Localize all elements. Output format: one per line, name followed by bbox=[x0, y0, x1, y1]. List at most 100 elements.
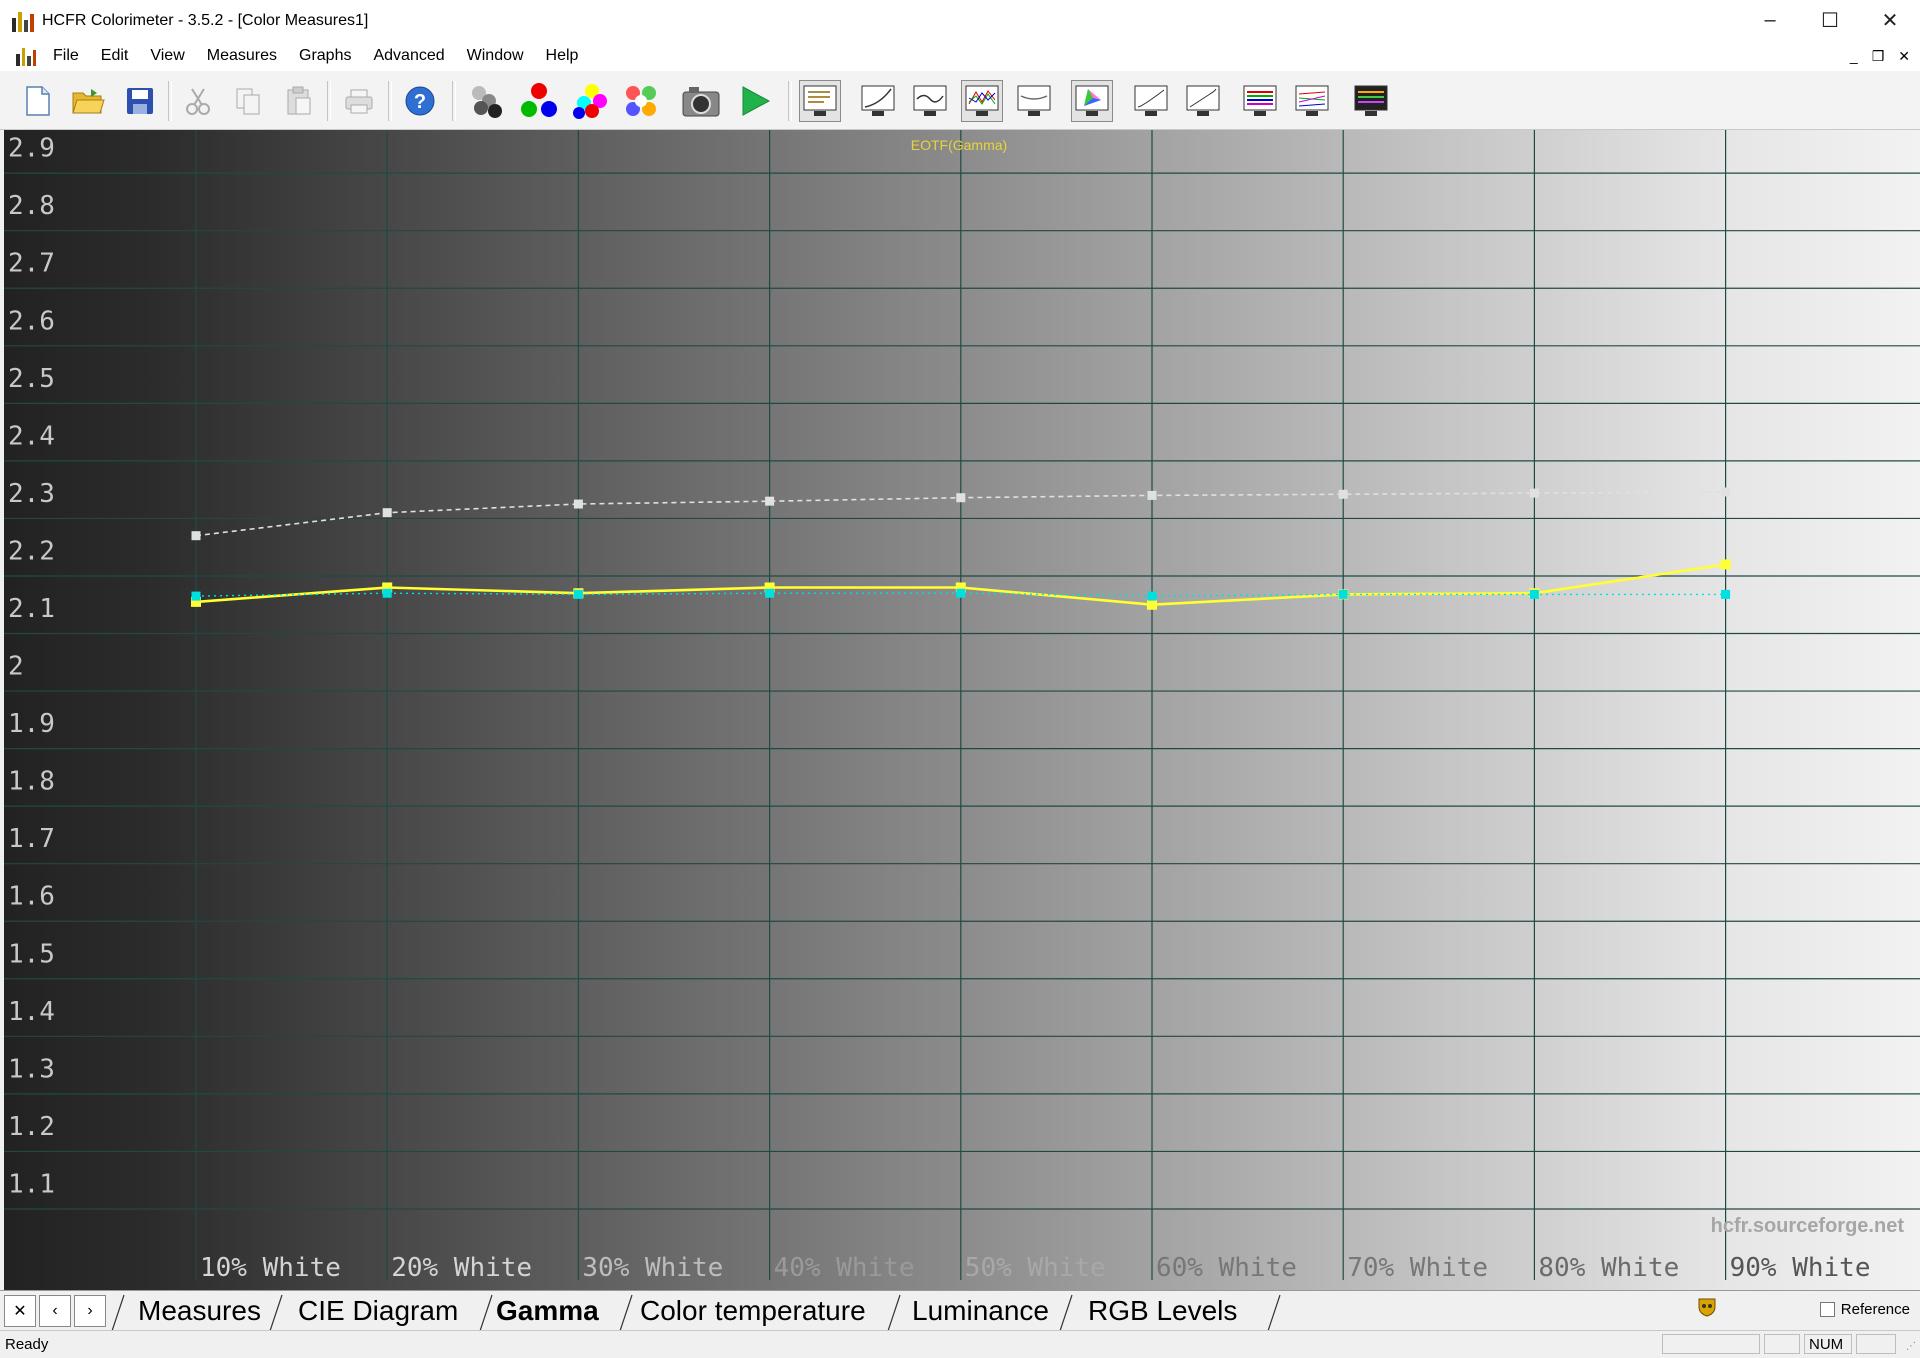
color-temp-view-icon[interactable] bbox=[1013, 80, 1055, 122]
tab-gamma[interactable]: Gamma bbox=[496, 1294, 599, 1328]
tab-rgb-levels[interactable]: RGB Levels bbox=[1088, 1294, 1237, 1328]
saturation-view-icon[interactable] bbox=[1239, 80, 1281, 122]
help-icon[interactable]: ? bbox=[399, 80, 441, 122]
data-point bbox=[573, 589, 583, 599]
menu-edit[interactable]: Edit bbox=[90, 47, 140, 65]
menu-file[interactable]: File bbox=[42, 47, 90, 65]
gamma-chart-area: 2.9 2.8 2.7 2.6 2.5 2.4 2.3 2.2 2.1 2 1.9 1.8 1.7 1.6… bbox=[4, 130, 1920, 1290]
y-tick-label: 2.6 bbox=[8, 306, 55, 336]
y-tick-label: 1.7 bbox=[8, 824, 55, 854]
x-tick-label: 70% White bbox=[1347, 1253, 1488, 1283]
luminance-view-icon[interactable] bbox=[909, 80, 951, 122]
new-file-icon[interactable] bbox=[17, 80, 59, 122]
data-point bbox=[1721, 589, 1731, 599]
x-tick-label: 90% White bbox=[1730, 1253, 1871, 1283]
data-point bbox=[956, 588, 966, 598]
data-point bbox=[1720, 559, 1731, 570]
play-icon[interactable] bbox=[734, 80, 776, 122]
menu-view[interactable]: View bbox=[139, 47, 195, 65]
mdi-minimize-button[interactable]: _ bbox=[1850, 48, 1858, 64]
open-folder-icon[interactable] bbox=[67, 80, 109, 122]
copy-icon[interactable] bbox=[227, 80, 269, 122]
y-tick-label: 2.8 bbox=[8, 191, 55, 221]
near-black-view-icon[interactable] bbox=[1130, 80, 1172, 122]
x-tick-label: 20% White bbox=[391, 1253, 532, 1283]
x-tick-label: 40% White bbox=[774, 1253, 915, 1283]
x-tick-label: 80% White bbox=[1538, 1253, 1679, 1283]
print-icon[interactable] bbox=[338, 80, 380, 122]
num-lock-indicator: NUM bbox=[1804, 1334, 1852, 1354]
menu-bar: File Edit View Measures Graphs Advanced … bbox=[0, 41, 1920, 71]
rgb-levels-view-icon[interactable] bbox=[961, 80, 1003, 122]
y-tick-label: 1.3 bbox=[8, 1054, 55, 1084]
near-white-view-icon[interactable] bbox=[1182, 80, 1224, 122]
y-tick-label: 1.4 bbox=[8, 997, 55, 1027]
saturation-shift-view-icon[interactable] bbox=[1291, 80, 1333, 122]
toolbar: ? bbox=[0, 71, 1920, 130]
y-tick-label: 2.7 bbox=[8, 249, 55, 279]
y-tick-label: 1.8 bbox=[8, 767, 55, 797]
camera-icon[interactable] bbox=[680, 80, 722, 122]
status-panel-caps bbox=[1764, 1334, 1800, 1354]
data-point bbox=[573, 499, 583, 509]
y-tick-label: 2.9 bbox=[8, 134, 55, 164]
grayscale-measure-icon[interactable] bbox=[466, 80, 508, 122]
chart-title: EOTF(Gamma) bbox=[911, 137, 1007, 153]
document-system-menu-icon[interactable] bbox=[16, 46, 36, 66]
secondaries-measure-icon[interactable] bbox=[569, 80, 611, 122]
data-point bbox=[1529, 488, 1539, 498]
y-tick-label: 1.2 bbox=[8, 1112, 55, 1142]
reference-checkbox[interactable]: Reference bbox=[1819, 1301, 1910, 1318]
data-point bbox=[1338, 589, 1348, 599]
data-point bbox=[1147, 490, 1157, 500]
tab-cie-diagram[interactable]: CIE Diagram bbox=[298, 1294, 458, 1328]
tab-measures[interactable]: Measures bbox=[138, 1294, 261, 1328]
gamma-chart: 2.9 2.8 2.7 2.6 2.5 2.4 2.3 2.2 2.1 2 1.9 1.8 1.7 1.6… bbox=[4, 130, 1920, 1290]
y-tick-label: 2.4 bbox=[8, 421, 55, 451]
paste-icon[interactable] bbox=[278, 80, 320, 122]
data-point bbox=[191, 591, 201, 601]
menu-measures[interactable]: Measures bbox=[196, 47, 288, 65]
minimize-button[interactable]: – bbox=[1740, 0, 1800, 41]
reference-checkbox-box[interactable] bbox=[1819, 1302, 1835, 1317]
x-tick-label: 60% White bbox=[1156, 1253, 1297, 1283]
save-icon[interactable] bbox=[119, 80, 161, 122]
data-point bbox=[765, 496, 775, 506]
menu-graphs[interactable]: Graphs bbox=[288, 47, 362, 65]
tab-luminance[interactable]: Luminance bbox=[912, 1294, 1049, 1328]
watermark-text: hcfr.sourceforge.net bbox=[1711, 1215, 1905, 1237]
data-point bbox=[191, 531, 201, 541]
menu-advanced[interactable]: Advanced bbox=[362, 47, 455, 65]
primaries-measure-icon[interactable] bbox=[518, 80, 560, 122]
y-tick-label: 1.6 bbox=[8, 882, 55, 912]
cie-view-icon[interactable] bbox=[1071, 80, 1113, 122]
saturation-measure-icon[interactable] bbox=[620, 80, 662, 122]
mdi-close-button[interactable]: ✕ bbox=[1898, 48, 1910, 65]
data-point bbox=[765, 588, 775, 598]
tab-color-temperature[interactable]: Color temperature bbox=[640, 1294, 866, 1328]
data-point bbox=[1147, 599, 1157, 610]
cut-icon[interactable] bbox=[177, 80, 219, 122]
resize-grip-icon[interactable]: ⋰ bbox=[1906, 1341, 1916, 1352]
shield-badge-icon bbox=[1698, 1298, 1716, 1317]
status-text: Ready bbox=[5, 1336, 49, 1353]
close-button[interactable]: ✕ bbox=[1860, 0, 1920, 41]
colorchecker-view-icon[interactable] bbox=[1350, 80, 1392, 122]
menu-help[interactable]: Help bbox=[535, 47, 590, 65]
mdi-restore-button[interactable]: ❒ bbox=[1872, 48, 1885, 65]
gamma-view-icon[interactable] bbox=[857, 80, 899, 122]
status-panel-scroll bbox=[1856, 1334, 1896, 1354]
data-point bbox=[1721, 487, 1731, 497]
data-point bbox=[382, 588, 392, 598]
y-tick-label: 2 bbox=[8, 652, 24, 682]
menu-window[interactable]: Window bbox=[456, 47, 535, 65]
x-tick-label: 50% White bbox=[965, 1253, 1106, 1283]
y-tick-label: 2.3 bbox=[8, 479, 55, 509]
y-tick-label: 1.5 bbox=[8, 939, 55, 969]
maximize-button[interactable]: ☐ bbox=[1800, 0, 1860, 41]
y-tick-label: 2.5 bbox=[8, 364, 55, 394]
measures-view-icon[interactable] bbox=[799, 80, 841, 122]
y-tick-label: 2.1 bbox=[8, 594, 55, 624]
y-tick-label: 2.2 bbox=[8, 536, 55, 566]
window-title: HCFR Colorimeter - 3.5.2 - [Color Measur… bbox=[42, 11, 369, 29]
